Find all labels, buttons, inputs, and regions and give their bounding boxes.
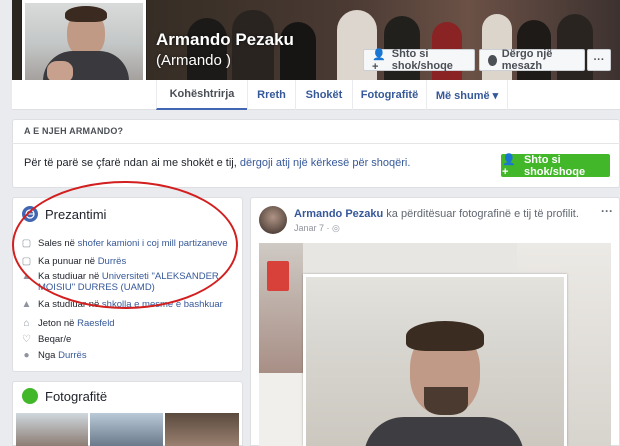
- more-options-button[interactable]: ···: [587, 49, 611, 71]
- post-date[interactable]: Janar 7 · ◎: [294, 223, 340, 234]
- intro-item-link[interactable]: Durrës: [58, 350, 87, 361]
- know-person-prefix: Për të parë se çfarë ndan ai me shokët e…: [24, 157, 240, 169]
- tab-friends-label: Shokët: [305, 89, 343, 101]
- more-options-label: ···: [593, 54, 605, 66]
- intro-item-relationship: ♡ Beqar/e: [21, 334, 236, 345]
- photo-thumbnail[interactable]: [165, 413, 239, 446]
- divider: [12, 143, 620, 144]
- globe-icon: ◎: [332, 223, 340, 233]
- tab-more[interactable]: Më shumë ▾: [426, 80, 508, 110]
- add-friend-label: Shto si shok/shoqe: [391, 48, 453, 72]
- heart-icon: ♡: [22, 334, 31, 345]
- intro-item-prefix: Jeton në: [38, 318, 78, 329]
- tab-friends[interactable]: Shokët: [295, 80, 352, 110]
- add-friend-icon: 👤+: [372, 48, 386, 73]
- tab-timeline[interactable]: Kohështrirja: [156, 80, 247, 110]
- post-menu-button[interactable]: ···: [601, 204, 613, 218]
- tab-timeline-label: Kohështrirja: [169, 88, 235, 100]
- home-icon: ⌂: [23, 318, 30, 329]
- photo-thumbnail[interactable]: [90, 413, 163, 446]
- add-friend-green-label: Shto si shok/shoqe: [523, 153, 586, 178]
- send-friend-request-link[interactable]: dërgoji atij një kërkesë për shoqëri.: [240, 157, 411, 169]
- red-annotation-ellipse: [12, 181, 238, 309]
- profile-photo-update[interactable]: [303, 274, 567, 446]
- photo-thumbnail[interactable]: [16, 413, 88, 446]
- location-pin-icon: ●: [23, 350, 30, 361]
- send-message-label: Dërgo një mesazh: [501, 48, 553, 72]
- intro-item-prefix: Nga: [38, 350, 59, 361]
- tab-photos[interactable]: Fotografitë: [352, 80, 426, 110]
- intro-item-text: Beqar/e: [38, 334, 72, 345]
- tab-photos-label: Fotografitë: [360, 89, 419, 101]
- profile-name[interactable]: Armando Pezaku: [156, 30, 294, 50]
- post-date-text: Janar 7 ·: [294, 223, 333, 233]
- photos-title[interactable]: Fotografitë: [45, 389, 107, 404]
- tab-more-label: Më shumë ▾: [435, 89, 499, 102]
- graduation-cap-icon: ▲: [21, 299, 32, 310]
- avatar[interactable]: [259, 206, 287, 234]
- know-person-heading: A E NJEH ARMANDO?: [24, 126, 124, 136]
- tab-about[interactable]: Rreth: [247, 80, 295, 110]
- profile-tabs: Kohështrirja Rreth Shokët Fotografitë Më…: [12, 80, 620, 110]
- add-friend-icon: 👤+: [502, 154, 516, 178]
- post-author[interactable]: Armando Pezaku: [294, 208, 383, 220]
- post-header: Armando Pezaku ka përditësuar fotografin…: [294, 208, 579, 220]
- post-action: ka përditësuar fotografinë e tij të prof…: [383, 208, 579, 220]
- tab-about-label: Rreth: [257, 89, 286, 101]
- intro-item-lives: ⌂ Jeton në Raesfeld: [21, 318, 236, 329]
- know-person-text: Për të parë se çfarë ndan ai me shokët e…: [24, 157, 410, 169]
- send-message-button[interactable]: Dërgo një mesazh: [479, 48, 585, 72]
- messenger-icon: [488, 54, 497, 66]
- intro-item-link[interactable]: Raesfeld: [77, 318, 115, 329]
- profile-alt-name: (Armando ): [156, 52, 232, 69]
- add-friend-green-button[interactable]: 👤+ Shto si shok/shoqe: [501, 153, 610, 178]
- photos-icon: [22, 388, 38, 404]
- add-friend-button[interactable]: 👤+ Shto si shok/shoqe: [363, 48, 475, 73]
- intro-item-from: ● Nga Durrës: [21, 350, 236, 361]
